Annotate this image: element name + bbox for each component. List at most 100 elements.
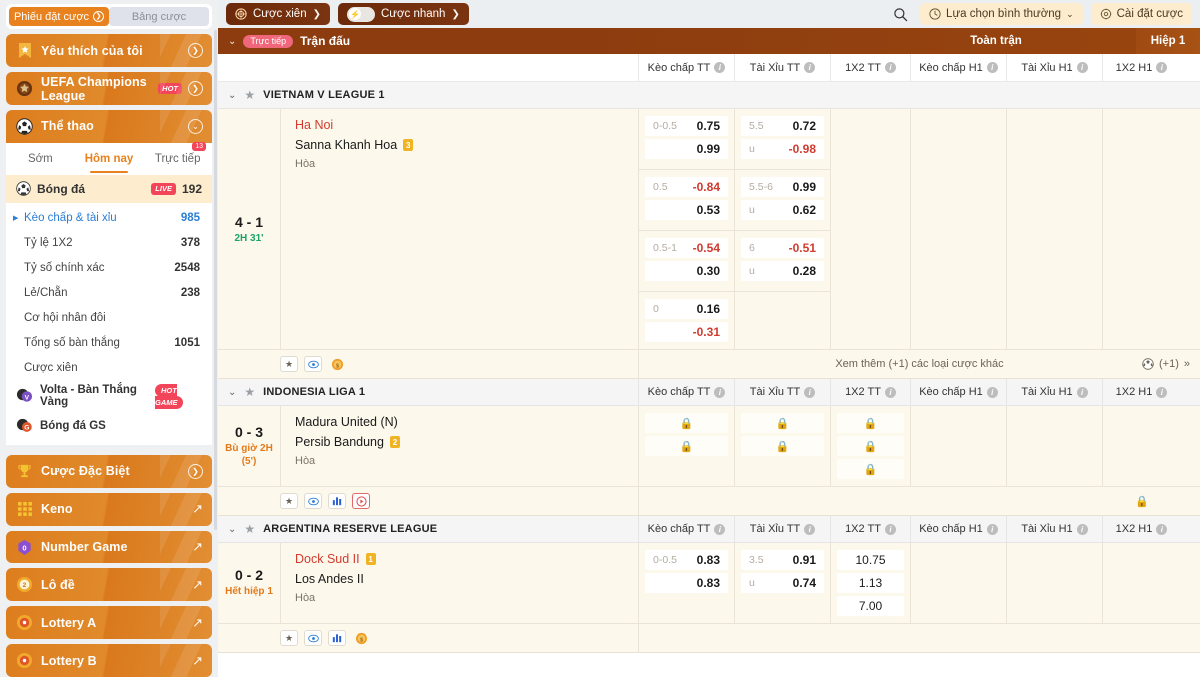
sidebar-item-number-game[interactable]: 0 Number Game ↗ <box>6 530 212 564</box>
external-link-icon[interactable]: ↗ <box>192 539 203 555</box>
team-away[interactable]: Persib Bandung 2 <box>295 435 638 449</box>
odds-mode-selector[interactable]: Lựa chọn bình thường ⌄ <box>920 3 1083 25</box>
bet-type-correct-score[interactable]: Tỷ số chính xác 2548 <box>6 256 212 281</box>
chevron-down-icon[interactable]: ⌄ <box>228 90 236 101</box>
bet-settings-button[interactable]: Cài đặt cược <box>1090 3 1192 25</box>
external-link-icon[interactable]: ↗ <box>192 653 203 669</box>
info-icon[interactable]: i <box>884 386 896 398</box>
odd-cell[interactable]: 0-0.5 0.75 <box>645 116 728 136</box>
bet-type-double-chance[interactable]: Cơ hội nhân đôi <box>6 306 212 331</box>
odd-cell[interactable]: 0.53 <box>645 200 728 220</box>
chevron-down-icon[interactable]: ⌄ <box>228 387 236 398</box>
coin-icon[interactable]: $ <box>328 356 346 372</box>
subtab-truc-tiep[interactable]: Trực tiếp 13 <box>143 141 212 175</box>
stats-icon[interactable] <box>328 630 346 646</box>
info-icon[interactable]: i <box>986 386 998 398</box>
eye-icon[interactable] <box>304 630 322 646</box>
info-icon[interactable]: i <box>1076 523 1088 535</box>
chevron-right-icon[interactable]: ❯ <box>188 81 203 97</box>
odd-cell-home-win[interactable]: 10.75 <box>837 550 904 570</box>
info-icon[interactable]: i <box>804 523 816 535</box>
coin-icon[interactable]: $ <box>352 630 370 646</box>
odd-cell[interactable]: u 0.74 <box>741 573 824 593</box>
sidebar-item-football-gs[interactable]: G Bóng đá GS <box>6 410 212 441</box>
search-icon[interactable] <box>888 3 912 25</box>
external-link-icon[interactable]: ↗ <box>192 615 203 631</box>
info-icon[interactable]: i <box>986 62 998 73</box>
team-away[interactable]: Los Andes II <box>295 572 638 586</box>
odd-cell[interactable]: u 0.62 <box>741 200 824 220</box>
eye-icon[interactable] <box>304 493 322 509</box>
star-icon[interactable]: ★ <box>244 385 255 399</box>
odd-cell[interactable]: 6 -0.51 <box>741 238 824 258</box>
odd-cell[interactable]: 0.99 <box>645 139 728 159</box>
team-home[interactable]: Ha Noi <box>295 118 638 132</box>
info-icon[interactable]: i <box>714 62 726 73</box>
sidebar-item-sports[interactable]: Thể thao ⌄ <box>6 110 212 143</box>
bet-type-odd-even[interactable]: Lẻ/Chẵn 238 <box>6 281 212 306</box>
odd-cell[interactable]: 0.83 <box>645 573 728 593</box>
quick-bet-button[interactable]: ⚡ Cược nhanh ❯ <box>337 3 469 25</box>
sidebar-item-special-bets[interactable]: Cược Đặc Biệt ❯ <box>6 454 212 488</box>
star-icon[interactable]: ★ <box>280 356 298 372</box>
sidebar-item-favorites[interactable]: Yêu thích của tôi ❯ <box>6 34 212 68</box>
star-icon[interactable]: ★ <box>280 493 298 509</box>
stats-icon[interactable] <box>328 493 346 509</box>
external-link-icon[interactable]: ↗ <box>192 501 203 517</box>
info-icon[interactable]: i <box>804 62 816 73</box>
league-header-argentina[interactable]: ⌄ ★ ARGENTINA RESERVE LEAGUE Kèo chấp TT… <box>218 515 1200 543</box>
play-icon[interactable] <box>352 493 370 509</box>
info-icon[interactable]: i <box>884 523 896 535</box>
odd-cell[interactable]: 0.30 <box>645 261 728 281</box>
bet-type-1x2[interactable]: Tỷ lệ 1X2 378 <box>6 231 212 256</box>
info-icon[interactable]: i <box>714 523 726 535</box>
bet-type-handicap-ou[interactable]: ▶ Kèo chấp & tài xỉu 985 <box>6 206 212 231</box>
bet-type-parlay[interactable]: Cược xiên <box>6 356 212 381</box>
odd-cell[interactable]: 0 0.16 <box>645 299 728 319</box>
sidebar-item-lottery-b[interactable]: Lottery B ↗ <box>6 644 212 677</box>
odd-cell[interactable]: 0.5 -0.84 <box>645 177 728 197</box>
chevron-down-icon[interactable]: ⌄ <box>228 36 236 47</box>
subtab-som[interactable]: Sớm <box>6 143 75 175</box>
parlay-button[interactable]: Cược xiên ❯ <box>226 3 330 25</box>
odd-cell[interactable]: 0.5-1 -0.54 <box>645 238 728 258</box>
info-icon[interactable]: i <box>1076 386 1088 398</box>
subtab-hom-nay[interactable]: Hôm nay <box>75 143 144 175</box>
sidebar-item-lode[interactable]: 2 Lô đề ↗ <box>6 568 212 602</box>
odd-cell[interactable]: 0-0.5 0.83 <box>645 550 728 570</box>
odd-cell[interactable]: -0.31 <box>645 322 728 342</box>
star-icon[interactable]: ★ <box>244 522 255 536</box>
league-header-indonesia[interactable]: ⌄ ★ INDONESIA LIGA 1 Kèo chấp TT i Tài X… <box>218 378 1200 406</box>
info-icon[interactable]: i <box>804 386 816 398</box>
info-icon[interactable]: i <box>884 62 896 73</box>
odd-cell[interactable]: 5.5 0.72 <box>741 116 824 136</box>
odd-cell[interactable]: 3.5 0.91 <box>741 550 824 570</box>
tab-bet-board[interactable]: Bảng cược <box>109 7 209 27</box>
league-header-vietnam[interactable]: ⌄ ★ VIETNAM V LEAGUE 1 <box>218 82 1200 109</box>
eye-icon[interactable] <box>304 356 322 372</box>
team-home[interactable]: Madura United (N) <box>295 415 638 429</box>
info-icon[interactable]: i <box>714 386 726 398</box>
info-icon[interactable]: i <box>1156 386 1168 398</box>
sport-header-football[interactable]: Bóng đá LIVE 192 <box>6 174 212 203</box>
odd-cell-away-win[interactable]: 7.00 <box>837 596 904 616</box>
external-link-icon[interactable]: ↗ <box>192 577 203 593</box>
star-icon[interactable]: ★ <box>280 630 298 646</box>
matches-scroll-area[interactable]: ⌄ ★ VIETNAM V LEAGUE 1 4 - 1 2H 31' Ha N… <box>218 82 1200 677</box>
sidebar-scrollbar[interactable] <box>214 30 217 530</box>
sidebar-item-uefa[interactable]: UEFA Champions League HOT ❯ <box>6 72 212 106</box>
odd-cell[interactable]: u -0.98 <box>741 139 824 159</box>
info-icon[interactable]: i <box>986 523 998 535</box>
sidebar-item-volta[interactable]: V Volta - Bàn Thắng Vàng HOT GAME <box>6 380 212 411</box>
chevron-right-icon[interactable]: ❯ <box>188 463 203 479</box>
team-away[interactable]: Sanna Khanh Hoa 3 <box>295 138 638 152</box>
info-icon[interactable]: i <box>1156 523 1168 535</box>
team-home[interactable]: Dock Sud II 1 <box>295 552 638 566</box>
chevron-down-icon[interactable]: ⌄ <box>228 524 236 535</box>
odd-cell-draw[interactable]: 1.13 <box>837 573 904 593</box>
info-icon[interactable]: i <box>1156 62 1168 73</box>
more-markets-link[interactable]: Xem thêm (+1) các loại cược khác (+1) » <box>638 350 1200 378</box>
sidebar-item-lottery-a[interactable]: Lottery A ↗ <box>6 606 212 640</box>
bet-type-total-goals[interactable]: Tổng số bàn thắng 1051 <box>6 331 212 356</box>
chevron-double-right-icon[interactable]: » <box>1184 358 1190 370</box>
